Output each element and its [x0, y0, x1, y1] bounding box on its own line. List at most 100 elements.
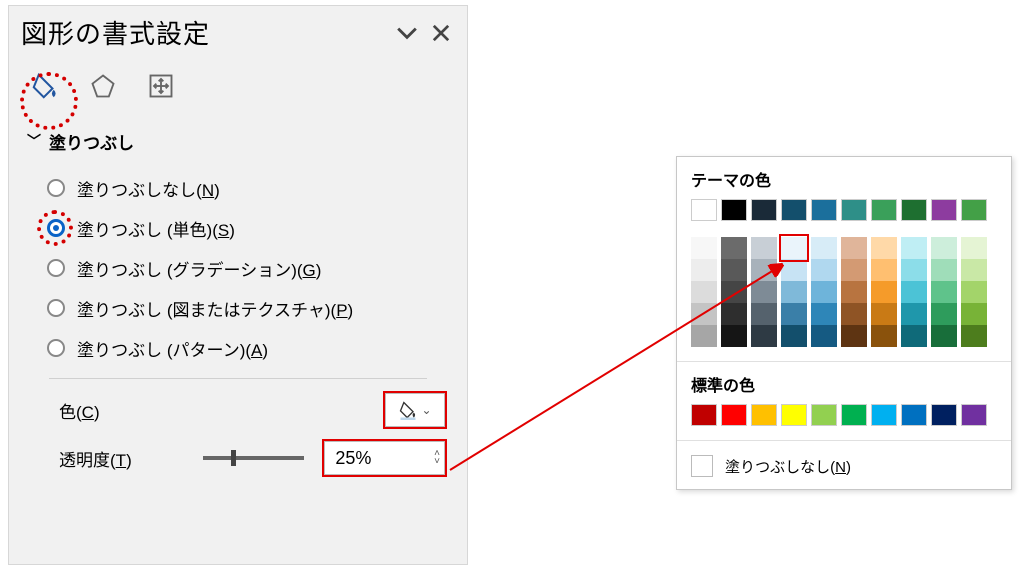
- color-swatch[interactable]: [691, 303, 717, 325]
- color-swatch[interactable]: [811, 281, 837, 303]
- color-swatch[interactable]: [931, 303, 957, 325]
- color-swatch[interactable]: [961, 199, 987, 221]
- color-swatch[interactable]: [811, 199, 837, 221]
- spinner-arrows-icon[interactable]: ˄˅: [434, 450, 440, 466]
- color-swatch[interactable]: [721, 259, 747, 281]
- color-swatch[interactable]: [901, 325, 927, 347]
- color-swatch[interactable]: [871, 303, 897, 325]
- radio-gradient-fill[interactable]: 塗りつぶし (グラデーション)(G): [47, 248, 467, 288]
- transparency-label: 透明度(T): [59, 446, 189, 471]
- color-swatch[interactable]: [721, 237, 747, 259]
- radio-picture-fill[interactable]: 塗りつぶし (図またはテクスチャ)(P): [47, 288, 467, 328]
- color-swatch[interactable]: [721, 404, 747, 426]
- color-swatch[interactable]: [871, 404, 897, 426]
- fill-section-header[interactable]: ﹀ 塗りつぶし: [9, 111, 467, 160]
- color-swatch[interactable]: [751, 404, 777, 426]
- effects-tab[interactable]: [85, 68, 121, 104]
- chevron-down-icon: ⌄: [421, 403, 431, 417]
- color-swatch[interactable]: [691, 404, 717, 426]
- color-swatch[interactable]: [841, 237, 867, 259]
- color-swatch[interactable]: [901, 199, 927, 221]
- color-swatch[interactable]: [721, 303, 747, 325]
- color-swatch[interactable]: [751, 259, 777, 281]
- color-swatch[interactable]: [781, 259, 807, 281]
- color-swatch[interactable]: [751, 325, 777, 347]
- color-swatch[interactable]: [811, 237, 837, 259]
- color-swatch[interactable]: [721, 281, 747, 303]
- collapse-pane-button[interactable]: [393, 19, 421, 47]
- paint-bucket-icon: [398, 400, 418, 420]
- color-swatch[interactable]: [901, 259, 927, 281]
- color-swatch[interactable]: [841, 404, 867, 426]
- color-swatch[interactable]: [961, 281, 987, 303]
- radio-solid-fill[interactable]: 塗りつぶし (単色)(S): [47, 208, 467, 248]
- color-swatch[interactable]: [841, 259, 867, 281]
- color-swatch[interactable]: [781, 325, 807, 347]
- color-swatch[interactable]: [781, 303, 807, 325]
- color-swatch[interactable]: [841, 281, 867, 303]
- fill-color-button[interactable]: ⌄: [385, 393, 445, 427]
- fill-and-line-tab[interactable]: [27, 68, 63, 104]
- radio-label: 塗りつぶし (図またはテクスチャ)(P): [77, 296, 353, 321]
- color-swatch[interactable]: [871, 199, 897, 221]
- color-swatch[interactable]: [811, 259, 837, 281]
- color-swatch[interactable]: [841, 199, 867, 221]
- color-swatch[interactable]: [691, 237, 717, 259]
- color-swatch[interactable]: [931, 259, 957, 281]
- color-swatch[interactable]: [901, 281, 927, 303]
- color-swatch[interactable]: [751, 303, 777, 325]
- transparency-row: 透明度(T) 25% ˄˅: [9, 427, 467, 475]
- color-swatch[interactable]: [751, 199, 777, 221]
- color-label: 色(C): [59, 398, 189, 423]
- color-swatch[interactable]: [781, 199, 807, 221]
- transparency-slider[interactable]: [203, 456, 304, 460]
- color-swatch[interactable]: [961, 303, 987, 325]
- color-swatch[interactable]: [841, 303, 867, 325]
- radio-label: 塗りつぶしなし(N): [77, 176, 220, 201]
- radio-icon: [47, 219, 65, 237]
- color-swatch[interactable]: [871, 325, 897, 347]
- color-swatch[interactable]: [961, 325, 987, 347]
- color-swatch[interactable]: [781, 281, 807, 303]
- divider: [677, 440, 1011, 441]
- color-swatch[interactable]: [961, 259, 987, 281]
- size-properties-tab[interactable]: [143, 68, 179, 104]
- color-swatch[interactable]: [781, 237, 807, 259]
- pane-header: 図形の書式設定: [9, 6, 467, 55]
- color-swatch[interactable]: [781, 404, 807, 426]
- color-swatch[interactable]: [931, 237, 957, 259]
- no-fill-option[interactable]: 塗りつぶしなし(N): [691, 451, 997, 481]
- color-swatch[interactable]: [691, 259, 717, 281]
- color-swatch[interactable]: [961, 237, 987, 259]
- color-swatch[interactable]: [811, 303, 837, 325]
- transparency-input[interactable]: 25% ˄˅: [324, 441, 445, 475]
- color-swatch[interactable]: [721, 199, 747, 221]
- color-swatch[interactable]: [901, 404, 927, 426]
- color-swatch[interactable]: [871, 281, 897, 303]
- radio-icon: [47, 259, 65, 277]
- color-swatch[interactable]: [961, 404, 987, 426]
- color-swatch[interactable]: [901, 303, 927, 325]
- color-swatch[interactable]: [931, 404, 957, 426]
- color-swatch[interactable]: [691, 325, 717, 347]
- color-swatch[interactable]: [901, 237, 927, 259]
- radio-label: 塗りつぶし (パターン)(A): [77, 336, 268, 361]
- color-swatch[interactable]: [931, 199, 957, 221]
- color-swatch[interactable]: [841, 325, 867, 347]
- color-swatch[interactable]: [931, 281, 957, 303]
- theme-color-shades: [691, 237, 997, 347]
- color-swatch[interactable]: [691, 281, 717, 303]
- color-swatch[interactable]: [751, 237, 777, 259]
- radio-pattern-fill[interactable]: 塗りつぶし (パターン)(A): [47, 328, 467, 368]
- radio-no-fill[interactable]: 塗りつぶしなし(N): [47, 168, 467, 208]
- close-pane-button[interactable]: [427, 19, 455, 47]
- color-swatch[interactable]: [871, 237, 897, 259]
- color-swatch[interactable]: [811, 404, 837, 426]
- color-swatch[interactable]: [811, 325, 837, 347]
- color-swatch[interactable]: [691, 199, 717, 221]
- color-swatch[interactable]: [751, 281, 777, 303]
- color-swatch[interactable]: [931, 325, 957, 347]
- color-swatch[interactable]: [871, 259, 897, 281]
- slider-thumb[interactable]: [231, 450, 236, 466]
- color-swatch[interactable]: [721, 325, 747, 347]
